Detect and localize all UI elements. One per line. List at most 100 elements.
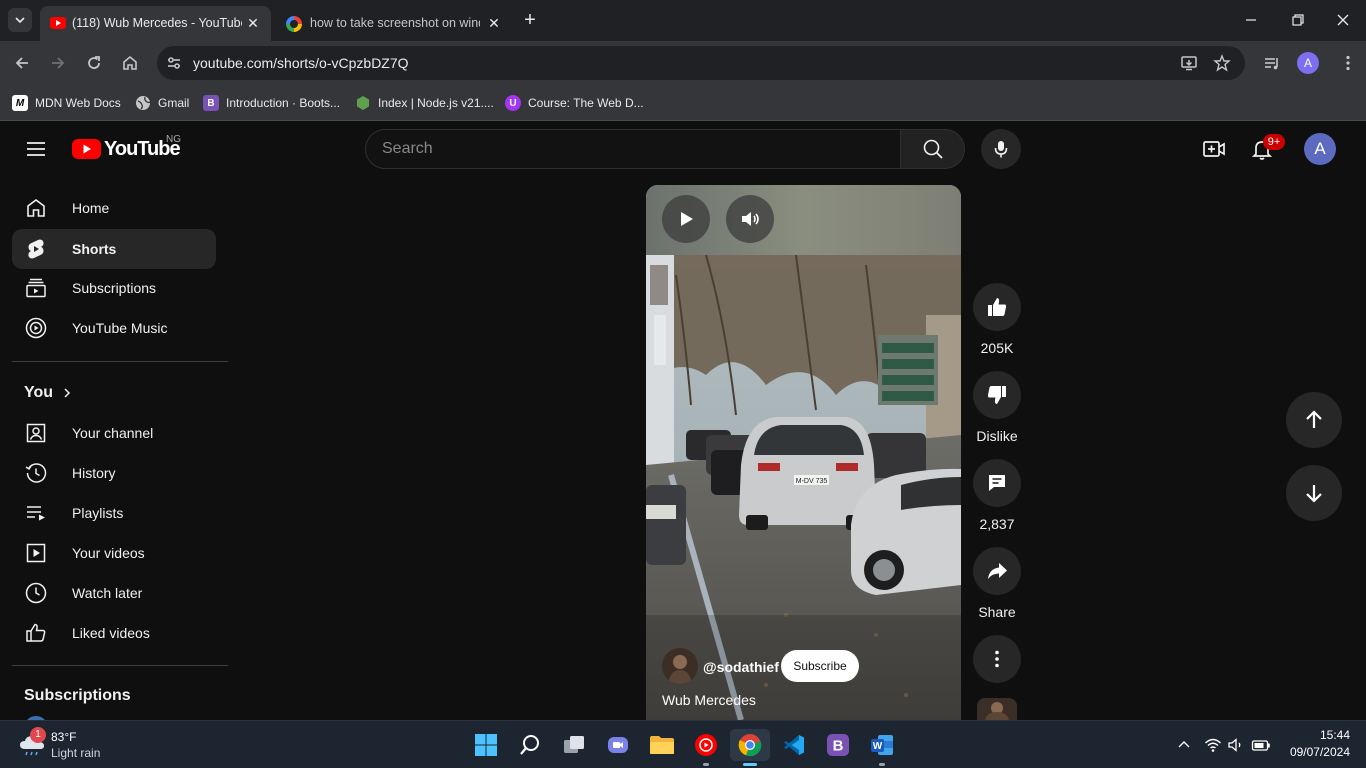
share-label: Share [978, 604, 1016, 620]
sidebar-divider [12, 665, 228, 666]
battery-icon[interactable] [1251, 736, 1271, 754]
dislike-button[interactable] [973, 371, 1021, 419]
close-tab-icon[interactable]: ✕ [486, 15, 502, 31]
install-app-icon[interactable] [1180, 54, 1198, 72]
clock-icon [24, 581, 48, 605]
bootstrap-app-button[interactable]: B [818, 729, 858, 761]
volume-button[interactable] [726, 195, 774, 243]
browser-tab-strip: (118) Wub Mercedes - YouTube ✕ how to ta… [0, 0, 1366, 41]
chrome-app-button[interactable] [730, 729, 770, 761]
bookmark-gmail[interactable]: Gmail [135, 93, 189, 113]
region-code: NG [166, 134, 181, 145]
clock[interactable]: 15:44 09/07/2024 [1280, 728, 1350, 759]
home-icon [24, 196, 48, 220]
new-tab-button[interactable]: + [518, 8, 542, 32]
sidebar-item-history[interactable]: History [12, 453, 216, 493]
channel-handle[interactable]: @sodathief [703, 659, 779, 675]
running-indicator [743, 763, 757, 766]
sidebar-item-shorts[interactable]: Shorts [12, 229, 216, 269]
bookmark-label: Introduction · Boots... [226, 96, 341, 110]
play-button[interactable] [662, 195, 710, 243]
subscribe-button[interactable]: Subscribe [781, 650, 859, 682]
weather-widget[interactable]: 1 83°F Light rain [16, 727, 126, 763]
restore-icon[interactable] [1285, 8, 1309, 32]
youtube-favicon-icon [50, 17, 66, 29]
sidebar-item-your-videos[interactable]: Your videos [12, 533, 216, 573]
file-explorer-button[interactable] [642, 729, 682, 761]
create-video-icon[interactable] [1202, 137, 1226, 161]
speaker-icon[interactable] [1227, 736, 1245, 754]
sidebar-item-liked-videos[interactable]: Liked videos [12, 613, 216, 653]
search-button[interactable] [901, 129, 965, 169]
youtube-music-app-button[interactable] [686, 729, 726, 761]
bookmark-star-icon[interactable] [1213, 54, 1231, 72]
bookmark-udemy[interactable]: U Course: The Web D... [505, 93, 644, 113]
bootstrap-icon: B [827, 734, 849, 756]
close-tab-icon[interactable]: ✕ [245, 15, 261, 31]
back-icon[interactable] [11, 52, 33, 74]
taskbar-search-button[interactable] [510, 729, 550, 761]
subscriptions-icon [24, 276, 48, 300]
bookmark-mdn[interactable]: M MDN Web Docs [12, 93, 121, 113]
home-button-icon[interactable] [119, 52, 141, 74]
sidebar-item-label: Shorts [72, 241, 117, 257]
site-info-icon[interactable] [165, 54, 183, 72]
chrome-menu-icon[interactable] [1337, 52, 1359, 74]
bookmark-nodejs[interactable]: Index | Node.js v21.... [355, 93, 494, 113]
comments-button[interactable] [973, 459, 1021, 507]
short-video-player[interactable]: M-DV 735 @sodathief Subscribe Wub Merced… [646, 185, 961, 720]
word-icon: W [871, 735, 893, 755]
search-input[interactable]: Search [365, 129, 901, 169]
sound-thumbnail[interactable] [977, 698, 1017, 720]
sidebar-item-youtube-music[interactable]: YouTube Music [12, 308, 216, 348]
channel-avatar[interactable] [662, 648, 698, 684]
comments-action: 2,837 [973, 459, 1021, 532]
forward-icon[interactable] [47, 52, 69, 74]
youtube-play-logo-icon [72, 139, 101, 159]
next-short-button[interactable] [1286, 465, 1342, 521]
sidebar-item-watch-later[interactable]: Watch later [12, 573, 216, 613]
sidebar-item-your-channel[interactable]: Your channel [12, 413, 216, 453]
minimize-icon[interactable] [1239, 8, 1263, 32]
show-hidden-icons-button[interactable] [1176, 737, 1192, 753]
thumbs-down-icon [987, 386, 1006, 404]
media-control-icon[interactable] [1261, 52, 1283, 74]
tab-youtube[interactable]: (118) Wub Mercedes - YouTube ✕ [40, 6, 271, 41]
history-icon [24, 461, 48, 485]
weather-temperature: 83°F [51, 730, 77, 744]
profile-avatar[interactable]: A [1297, 52, 1319, 74]
weather-description: Light rain [51, 746, 101, 760]
reload-icon[interactable] [83, 52, 105, 74]
teams-chat-button[interactable] [598, 729, 638, 761]
task-view-button[interactable] [554, 729, 594, 761]
share-action: Share [973, 547, 1021, 620]
previous-short-button[interactable] [1286, 392, 1342, 448]
notification-badge: 9+ [1263, 134, 1285, 150]
sidebar-item-home[interactable]: Home [12, 188, 216, 228]
close-window-icon[interactable] [1331, 8, 1355, 32]
youtube-logo[interactable]: YouTube [72, 137, 181, 161]
word-app-button[interactable]: W [862, 729, 902, 761]
address-bar[interactable]: youtube.com/shorts/o-vCpzbDZ7Q [157, 46, 1245, 80]
hamburger-menu-icon[interactable] [24, 137, 48, 161]
browser-toolbar: youtube.com/shorts/o-vCpzbDZ7Q A [0, 41, 1366, 85]
start-button[interactable] [466, 729, 506, 761]
voice-search-button[interactable] [981, 129, 1021, 169]
tab-google[interactable]: how to take screenshot on windows ✕ [276, 6, 508, 41]
like-button[interactable] [973, 283, 1021, 331]
share-button[interactable] [973, 547, 1021, 595]
chrome-icon [738, 734, 762, 757]
sidebar-item-subscriptions[interactable]: Subscriptions [12, 268, 216, 308]
thumbs-up-icon [988, 298, 1007, 316]
bookmark-bootstrap[interactable]: B Introduction · Boots... [203, 93, 340, 113]
you-section-header[interactable]: You [24, 384, 73, 402]
tab-title: (118) Wub Mercedes - YouTube [72, 16, 242, 30]
more-options-button[interactable] [973, 635, 1021, 683]
wifi-icon[interactable] [1204, 736, 1222, 754]
vscode-app-button[interactable] [774, 729, 814, 761]
svg-text:B: B [833, 738, 844, 755]
sidebar-item-playlists[interactable]: Playlists [12, 493, 216, 533]
account-avatar[interactable]: A [1304, 133, 1336, 165]
tab-search-button[interactable] [8, 8, 32, 32]
playlists-icon [24, 501, 48, 525]
